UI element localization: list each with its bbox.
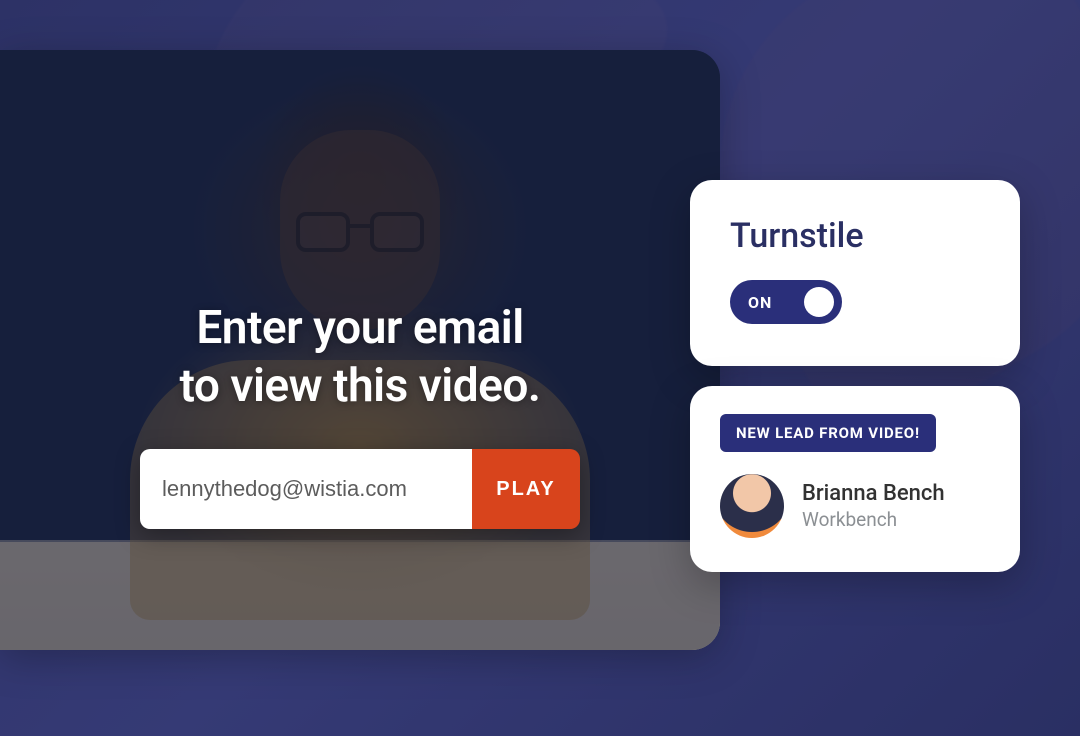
lead-name: Brianna Bench	[802, 481, 945, 506]
play-button[interactable]: PLAY	[472, 449, 580, 529]
lead-text: Brianna Bench Workbench	[802, 481, 945, 531]
toggle-state-label: ON	[748, 293, 772, 312]
overlay-heading-line2: to view this video.	[180, 359, 541, 413]
email-gate-overlay: Enter your email to view this video. PLA…	[0, 300, 720, 529]
toggle-knob-icon	[804, 287, 834, 317]
new-lead-card: NEW LEAD FROM VIDEO! Brianna Bench Workb…	[690, 386, 1020, 572]
turnstile-toggle[interactable]: ON	[730, 280, 842, 324]
overlay-heading: Enter your email to view this video.	[180, 300, 541, 415]
overlay-heading-line1: Enter your email	[196, 301, 523, 355]
avatar	[720, 474, 784, 538]
email-input[interactable]	[140, 449, 472, 529]
video-turnstile-card: Enter your email to view this video. PLA…	[0, 50, 720, 650]
lead-company: Workbench	[802, 508, 945, 531]
lead-row: Brianna Bench Workbench	[720, 474, 990, 538]
turnstile-settings-card: Turnstile ON	[690, 180, 1020, 366]
email-capture-row: PLAY	[140, 449, 580, 529]
new-lead-badge: NEW LEAD FROM VIDEO!	[720, 414, 936, 452]
turnstile-title: Turnstile	[730, 216, 980, 256]
